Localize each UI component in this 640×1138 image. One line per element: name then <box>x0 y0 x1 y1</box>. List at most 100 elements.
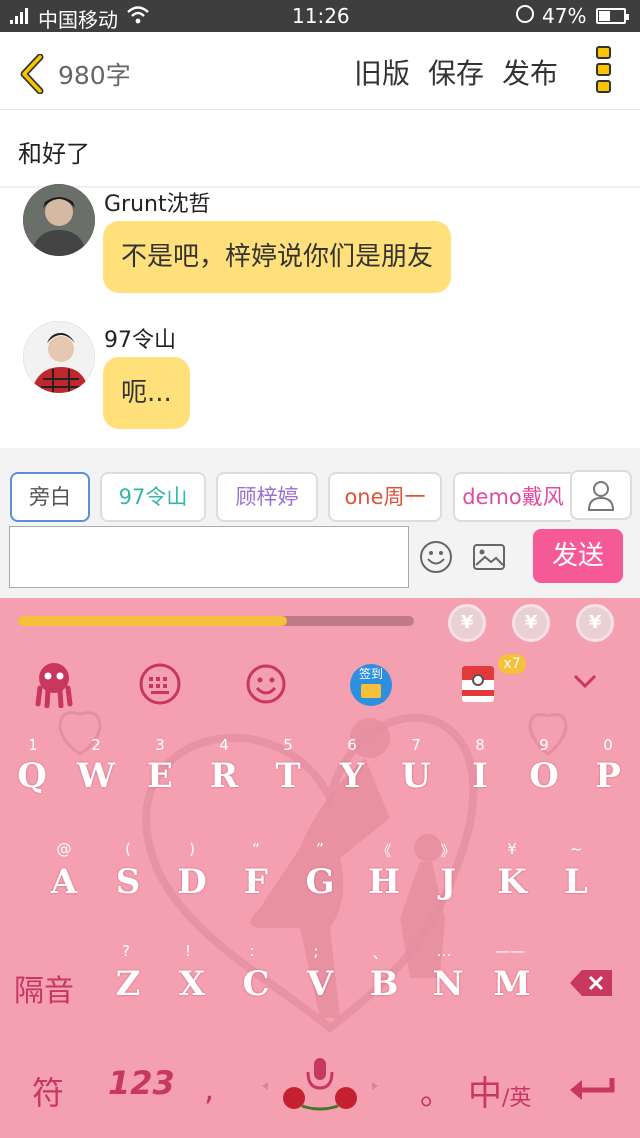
key-hint: ~ <box>569 840 583 858</box>
key-hint: 《 <box>376 842 392 860</box>
key-g[interactable]: G <box>296 862 344 902</box>
key-h[interactable]: H <box>360 862 408 902</box>
emoji-icon[interactable] <box>242 660 290 708</box>
battery-icon <box>596 8 629 24</box>
story-title[interactable]: 和好了 <box>18 134 90 169</box>
coin-icon[interactable]: ¥ <box>576 604 614 642</box>
key-hint: ! <box>184 942 191 960</box>
key-hint: ; <box>313 942 319 960</box>
key-v[interactable]: V <box>296 964 344 1004</box>
message-input[interactable] <box>9 526 409 588</box>
key-hint: 7 <box>411 736 421 754</box>
chevron-down-icon[interactable] <box>572 672 598 690</box>
image-icon[interactable] <box>472 543 506 571</box>
key-f[interactable]: F <box>232 862 280 902</box>
key-j[interactable]: J <box>424 862 472 902</box>
key-hint: —— <box>495 942 525 960</box>
more-menu-icon[interactable] <box>596 46 612 97</box>
key-z[interactable]: Z <box>104 964 152 1004</box>
message-bubble[interactable]: 呃... <box>103 357 190 429</box>
key-n[interactable]: N <box>424 964 472 1004</box>
enter-icon[interactable] <box>568 1076 616 1102</box>
key-hint: 8 <box>475 736 485 754</box>
manage-roles-button[interactable] <box>570 470 632 520</box>
key-c[interactable]: C <box>232 964 280 1004</box>
key-a[interactable]: A <box>40 862 88 902</box>
word-count: 980字 <box>58 61 131 90</box>
role-chip[interactable]: one周一 <box>328 472 442 522</box>
key-hint: 3 <box>155 736 165 754</box>
avatar[interactable] <box>23 184 95 256</box>
key-hint: 》 <box>440 842 456 860</box>
octopus-logo-icon[interactable] <box>30 660 78 708</box>
key-hint: 4 <box>219 736 229 754</box>
keyboard-progress-bar <box>18 616 414 626</box>
language-switch-key[interactable]: 中/英 <box>468 1066 531 1115</box>
ime-keyboard: ¥ ¥ ¥ 签到 x7 1 2 3 4 5 6 7 8 9 0 Q W E R … <box>0 598 640 1138</box>
coin-icon[interactable]: ¥ <box>512 604 550 642</box>
avatar[interactable] <box>23 321 95 393</box>
key-p[interactable]: P <box>584 756 632 796</box>
message-sender: Grunt沈哲 <box>104 192 211 217</box>
keyboard-layout-icon[interactable] <box>136 660 184 708</box>
carrier-name: 中国移动 <box>38 8 118 32</box>
key-hint: 2 <box>91 736 101 754</box>
key-i[interactable]: I <box>456 756 504 796</box>
key-t[interactable]: T <box>264 756 312 796</box>
status-bar: 中国移动 11:26 47% <box>0 0 640 32</box>
symbol-key[interactable]: 符 <box>32 1068 64 1114</box>
number-key[interactable]: 123 <box>108 1064 175 1102</box>
role-chip[interactable]: 顾梓婷 <box>216 472 318 522</box>
gift-icon[interactable] <box>462 666 494 702</box>
key-w[interactable]: W <box>72 756 120 796</box>
badge: x7 <box>498 654 526 674</box>
checkin-button[interactable]: 签到 <box>350 664 392 706</box>
coin-icon[interactable]: ¥ <box>448 604 486 642</box>
wifi-icon <box>127 6 149 24</box>
voice-input-key[interactable] <box>258 1056 382 1116</box>
emoji-icon[interactable] <box>419 540 453 574</box>
key-q[interactable]: Q <box>8 756 56 796</box>
key-hint: “ <box>252 840 260 858</box>
role-chip[interactable]: demo戴风 <box>453 472 571 522</box>
panel-background <box>0 448 640 468</box>
key-hint: 9 <box>539 736 549 754</box>
save-button[interactable]: 保存 <box>428 52 484 92</box>
key-m[interactable]: M <box>488 964 536 1004</box>
message-bubble[interactable]: 不是吧，梓婷说你们是朋友 <box>103 221 452 293</box>
calendar-icon <box>361 684 381 698</box>
key-u[interactable]: U <box>392 756 440 796</box>
checkin-label: 签到 <box>358 667 383 681</box>
backspace-icon[interactable] <box>568 968 614 998</box>
key-hint: 、 <box>372 944 388 962</box>
key-d[interactable]: D <box>168 862 216 902</box>
key-l[interactable]: L <box>552 862 600 902</box>
alarm-icon <box>516 5 534 23</box>
old-version-button[interactable]: 旧版 <box>354 52 410 92</box>
key-s[interactable]: S <box>104 862 152 902</box>
key-e[interactable]: E <box>136 756 184 796</box>
key-hint: 5 <box>283 736 293 754</box>
back-icon[interactable] <box>18 54 46 94</box>
key-o[interactable]: O <box>520 756 568 796</box>
send-button[interactable]: 发送 <box>533 529 623 583</box>
separator-key[interactable]: 隔音 <box>14 966 74 1010</box>
editor-header: 980字 旧版 保存 发布 <box>0 32 640 110</box>
key-k[interactable]: K <box>488 862 536 902</box>
publish-button[interactable]: 发布 <box>502 52 558 92</box>
key-b[interactable]: B <box>360 964 408 1004</box>
key-hint: ( <box>125 840 131 858</box>
key-hint: 1 <box>28 736 38 754</box>
key-y[interactable]: Y <box>328 756 376 796</box>
clock: 11:26 <box>292 4 350 28</box>
key-hint: @ <box>56 840 72 858</box>
key-hint: 0 <box>603 736 613 754</box>
role-chip[interactable]: 97令山 <box>100 472 206 522</box>
role-selector: 旁白 97令山 顾梓婷 one周一 demo戴风 <box>0 468 640 526</box>
comma-key[interactable]: , <box>204 1070 214 1108</box>
role-chip-narration[interactable]: 旁白 <box>10 472 90 522</box>
composer: 发送 <box>0 526 640 598</box>
period-key[interactable]: 。 <box>420 1068 452 1114</box>
key-r[interactable]: R <box>200 756 248 796</box>
key-x[interactable]: X <box>168 964 216 1004</box>
